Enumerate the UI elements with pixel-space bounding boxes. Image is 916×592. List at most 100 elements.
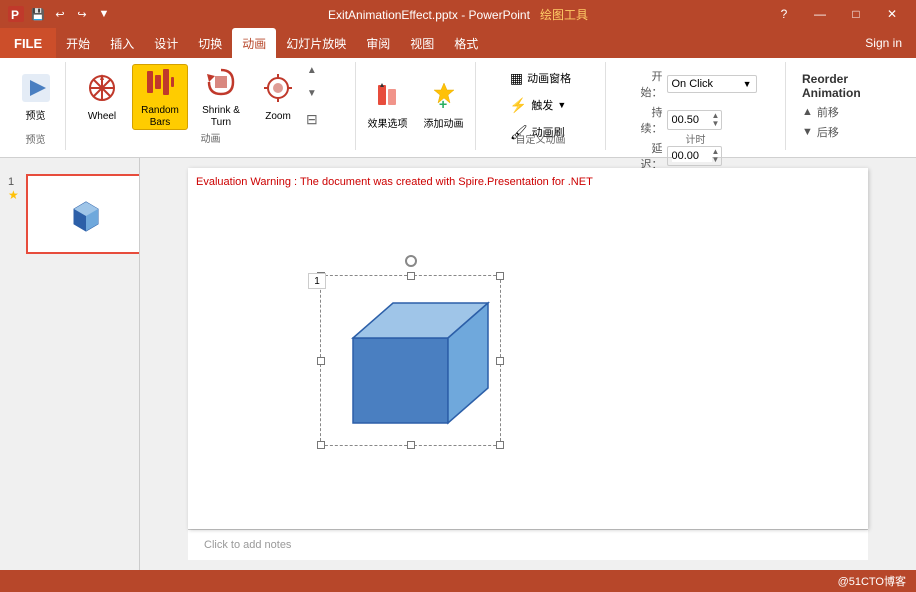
close-button[interactable]: ✕ [876, 0, 908, 28]
effect-options-button[interactable]: 效果选项 [362, 72, 414, 138]
slide-thumb-cube-icon [66, 194, 106, 234]
zoom-icon [262, 72, 294, 109]
duration-label: 持续： [635, 104, 663, 136]
window-controls: ? — □ ✕ [768, 0, 908, 28]
trigger-button[interactable]: ⚡ 触发 ▼ [504, 94, 577, 117]
handle-top-right[interactable] [496, 272, 504, 280]
animation-scroll: ▲ ▼ ⊟ [306, 64, 318, 130]
delay-spinners: ▲ ▼ [712, 148, 720, 164]
restore-button[interactable]: □ [840, 0, 872, 28]
trigger-arrow-icon: ▼ [557, 100, 566, 110]
shrink-turn-label: Shrink & Turn [192, 105, 250, 129]
scroll-down-arrow[interactable]: ▼ [307, 87, 317, 101]
menu-bar: FILE 开始 插入 设计 切换 动画 幻灯片放映 审阅 视图 格式 Sign … [0, 28, 916, 58]
reorder-group: Reorder Animation ▲ 前移 ▼ 后移 [786, 62, 906, 150]
selection-box [320, 275, 501, 446]
handle-bottom-middle[interactable] [407, 441, 415, 449]
duration-field[interactable]: ▲ ▼ [667, 110, 722, 130]
trigger-icon: ⚡ [510, 97, 527, 114]
handle-bottom-left[interactable] [317, 441, 325, 449]
add-animation-icon: + [430, 81, 458, 115]
file-menu[interactable]: FILE [0, 28, 56, 58]
duration-input[interactable] [672, 114, 712, 126]
ribbon: 预览 预览 [0, 58, 916, 158]
powerpoint-icon: P [8, 6, 24, 22]
handle-top-middle[interactable] [407, 272, 415, 280]
save-icon[interactable]: 💾 [30, 6, 46, 22]
rotate-handle[interactable] [405, 255, 417, 267]
notes-area[interactable]: Click to add notes [188, 529, 868, 560]
eval-warning: Evaluation Warning : The document was cr… [196, 176, 593, 188]
duration-spinners: ▲ ▼ [712, 112, 720, 128]
menu-slideshow[interactable]: 幻灯片放映 [276, 28, 356, 58]
menu-format[interactable]: 格式 [444, 28, 488, 58]
move-earlier-button[interactable]: ▲ 前移 [802, 104, 839, 120]
animation-group-label: 动画 [74, 130, 347, 149]
menu-transition[interactable]: 切换 [188, 28, 232, 58]
menu-view[interactable]: 视图 [400, 28, 444, 58]
shrink-turn-icon [205, 66, 237, 103]
timing-group-label: 计时 [686, 131, 706, 146]
zoom-animation-button[interactable]: Zoom [254, 64, 302, 130]
minimize-button[interactable]: — [804, 0, 836, 28]
cube-container[interactable]: 1 [328, 283, 493, 438]
watermark-label: @51CTO博客 [838, 573, 906, 589]
scroll-up-arrow[interactable]: ▲ [307, 64, 317, 78]
duration-down-button[interactable]: ▼ [712, 120, 720, 128]
trigger-label: 触发 [531, 97, 553, 113]
slide-thumbnail[interactable] [26, 174, 140, 254]
more-animations-arrow[interactable]: ⊟ [306, 110, 318, 130]
menu-start[interactable]: 开始 [56, 28, 100, 58]
delay-down-button[interactable]: ▼ [712, 156, 720, 164]
wheel-animation-button[interactable]: Wheel [74, 64, 130, 130]
add-animation-button[interactable]: + 添加动画 [418, 72, 470, 138]
filename-label: ExitAnimationEffect.pptx - PowerPoint [328, 8, 530, 22]
window-title: ExitAnimationEffect.pptx - PowerPoint 绘图… [328, 6, 588, 23]
animation-pane-button[interactable]: ▦ 动画窗格 [504, 67, 577, 90]
preview-button[interactable]: 预览 [10, 64, 62, 130]
status-bar: @51CTO博客 [0, 570, 916, 592]
sign-in-button[interactable]: Sign in [851, 36, 916, 50]
title-bar: P 💾 ↩ ↪ ▼ ExitAnimationEffect.pptx - Pow… [0, 0, 916, 28]
random-bars-animation-button[interactable]: Random Bars [132, 64, 188, 130]
help-button[interactable]: ? [768, 0, 800, 28]
wheel-icon [86, 72, 118, 109]
animation-items: Wheel Random Bars [74, 64, 347, 130]
move-later-button[interactable]: ▼ 后移 [802, 124, 839, 140]
slide-number: 1 [8, 176, 14, 188]
custom-animation-group-label: 自定义动画 [516, 131, 566, 146]
reorder-items: Reorder Animation ▲ 前移 ▼ 后移 [794, 64, 898, 140]
handle-middle-left[interactable] [317, 357, 325, 365]
notes-placeholder: Click to add notes [204, 539, 291, 551]
svg-text:+: + [439, 96, 447, 109]
reorder-title: Reorder Animation [802, 72, 898, 100]
effect-options-label: 效果选项 [368, 115, 408, 130]
preview-icon [20, 72, 52, 109]
redo-icon[interactable]: ↪ [74, 6, 90, 22]
start-label: 开始： [635, 68, 663, 100]
main-area: 1 ★ Evaluation Warning : The document wa… [0, 158, 916, 570]
more-icon[interactable]: ▼ [96, 6, 112, 22]
menu-review[interactable]: 审阅 [356, 28, 400, 58]
shrink-turn-animation-button[interactable]: Shrink & Turn [190, 64, 252, 130]
menu-design[interactable]: 设计 [144, 28, 188, 58]
handle-bottom-right[interactable] [496, 441, 504, 449]
preview-group: 预览 预览 [6, 62, 66, 150]
animation-group: Wheel Random Bars [66, 62, 356, 150]
start-value: On Click [672, 78, 714, 90]
delay-field[interactable]: ▲ ▼ [667, 146, 722, 166]
start-row: 开始： On Click ▼ [635, 68, 757, 100]
undo-icon[interactable]: ↩ [52, 6, 68, 22]
menu-animation[interactable]: 动画 [232, 28, 276, 58]
delay-input[interactable] [672, 150, 712, 162]
handle-middle-right[interactable] [496, 357, 504, 365]
move-earlier-label: 前移 [817, 104, 839, 120]
slide-panel: 1 ★ [0, 158, 140, 570]
zoom-label: Zoom [265, 111, 291, 123]
slide-canvas[interactable]: Evaluation Warning : The document was cr… [188, 168, 868, 529]
svg-text:P: P [11, 8, 19, 22]
menu-insert[interactable]: 插入 [100, 28, 144, 58]
start-dropdown[interactable]: On Click ▼ [667, 75, 757, 93]
effect-options-icon [374, 81, 402, 115]
effect-options-group: 效果选项 + 添加动画 [356, 62, 476, 150]
